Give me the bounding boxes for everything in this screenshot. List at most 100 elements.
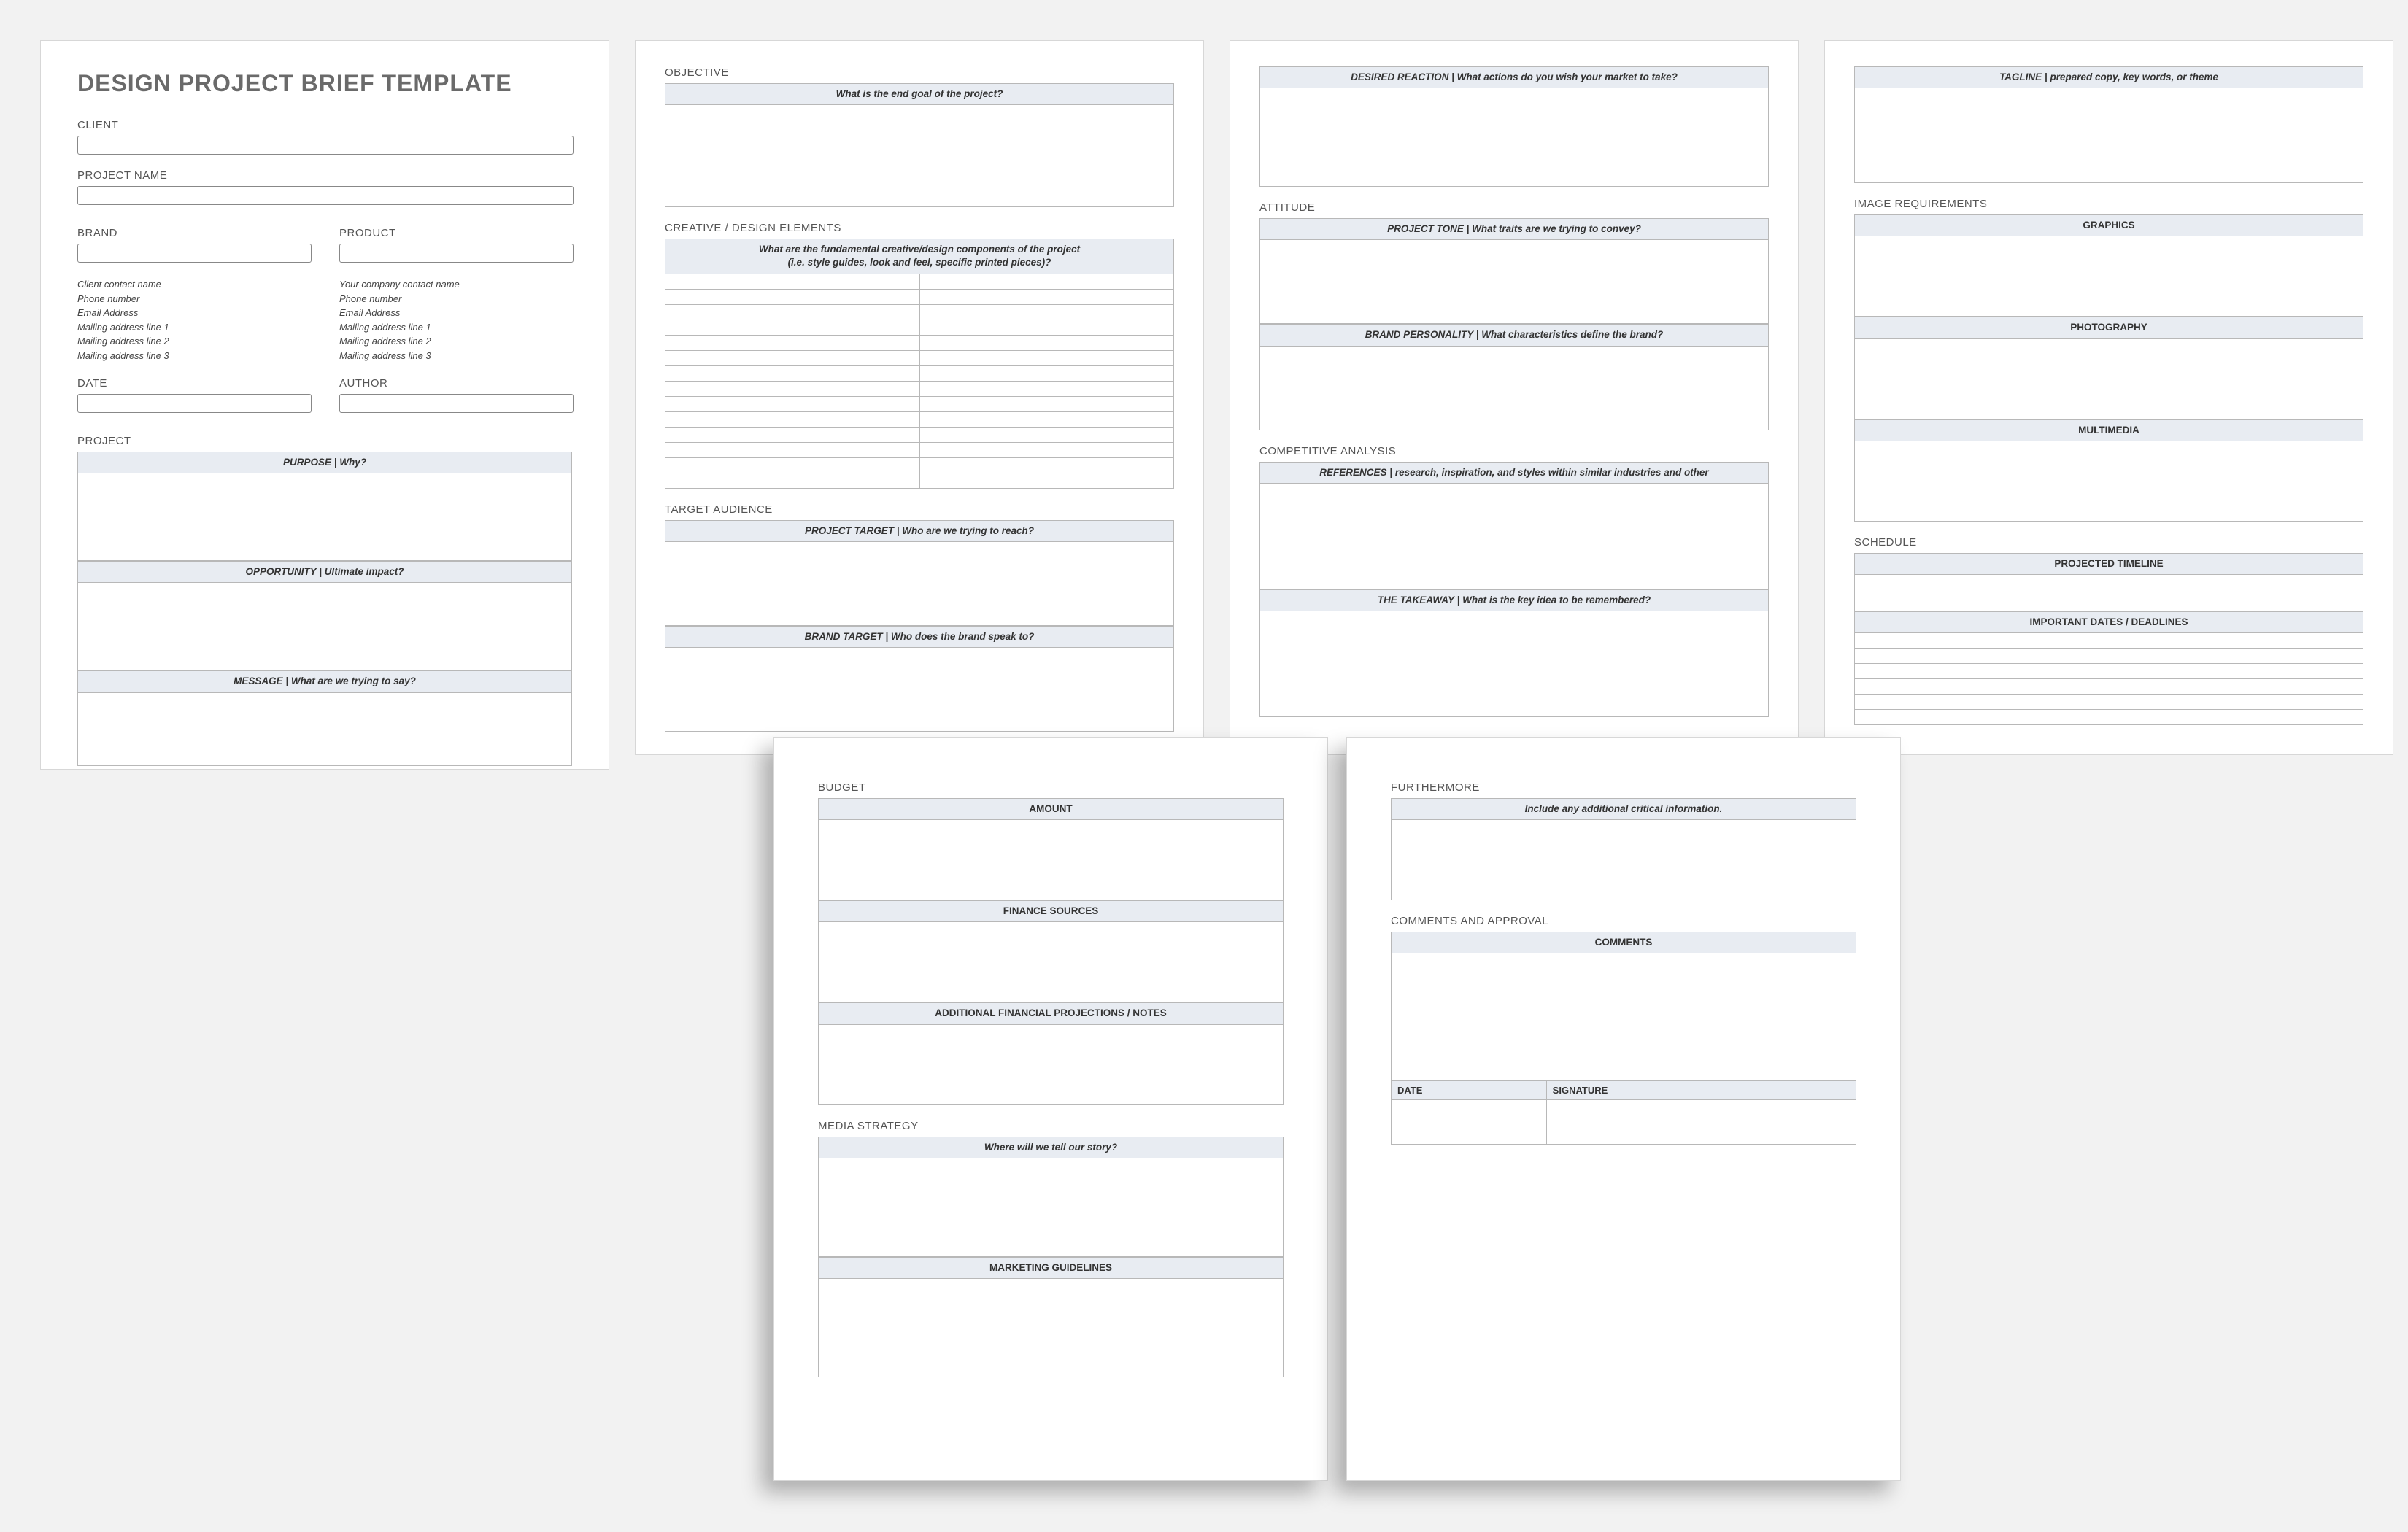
page-3: DESIRED REACTION | What actions do you w… xyxy=(1230,40,1799,755)
hdr-message: MESSAGE | What are we trying to say? xyxy=(77,670,572,692)
creative-grid[interactable] xyxy=(665,274,1174,489)
box-additional-financial[interactable] xyxy=(818,1025,1284,1105)
company-contact-line: Phone number xyxy=(339,292,572,306)
box-furthermore[interactable] xyxy=(1391,820,1856,900)
hdr-comments: COMMENTS xyxy=(1391,932,1856,953)
hdr-desired-reaction: DESIRED REACTION | What actions do you w… xyxy=(1259,66,1769,88)
company-contact-block: Your company contact name Phone number E… xyxy=(339,277,572,363)
hdr-brand-personality: BRAND PERSONALITY | What characteristics… xyxy=(1259,324,1769,346)
label-attitude: ATTITUDE xyxy=(1259,201,1769,214)
label-author: AUTHOR xyxy=(339,377,572,390)
hdr-project-target: PROJECT TARGET | Who are we trying to re… xyxy=(665,520,1174,542)
client-contact-line: Email Address xyxy=(77,306,310,320)
hdr-creative-l1: What are the fundamental creative/design… xyxy=(759,244,1080,255)
box-desired-reaction[interactable] xyxy=(1259,88,1769,187)
label-sig-date: DATE xyxy=(1392,1081,1546,1100)
dates-grid[interactable] xyxy=(1854,633,2363,725)
label-schedule: SCHEDULE xyxy=(1854,536,2363,549)
hdr-references: REFERENCES | research, inspiration, and … xyxy=(1259,462,1769,484)
box-amount[interactable] xyxy=(818,820,1284,900)
box-tagline[interactable] xyxy=(1854,88,2363,183)
box-purpose[interactable] xyxy=(77,473,572,561)
hdr-photography: PHOTOGRAPHY xyxy=(1854,317,2363,338)
company-contact-line: Mailing address line 2 xyxy=(339,334,572,349)
hdr-marketing: MARKETING GUIDELINES xyxy=(818,1257,1284,1279)
label-project: PROJECT xyxy=(77,435,572,447)
box-references[interactable] xyxy=(1259,484,1769,589)
company-contact-line: Your company contact name xyxy=(339,277,572,292)
hdr-furthermore: Include any additional critical informat… xyxy=(1391,798,1856,820)
page-1: DESIGN PROJECT BRIEF TEMPLATE CLIENT PRO… xyxy=(40,40,609,770)
client-contact-line: Phone number xyxy=(77,292,310,306)
hdr-media-story: Where will we tell our story? xyxy=(818,1137,1284,1158)
box-message[interactable] xyxy=(77,693,572,766)
hdr-dates: IMPORTANT DATES / DEADLINES xyxy=(1854,611,2363,633)
page-2: OBJECTIVE What is the end goal of the pr… xyxy=(635,40,1204,755)
hdr-graphics: GRAPHICS xyxy=(1854,214,2363,236)
hdr-creative: What are the fundamental creative/design… xyxy=(665,239,1174,274)
box-marketing[interactable] xyxy=(818,1279,1284,1377)
document-title: DESIGN PROJECT BRIEF TEMPLATE xyxy=(77,70,572,97)
label-objective: OBJECTIVE xyxy=(665,66,1174,79)
box-multimedia[interactable] xyxy=(1854,441,2363,522)
client-contact-line: Mailing address line 1 xyxy=(77,320,310,335)
label-competitive: COMPETITIVE ANALYSIS xyxy=(1259,445,1769,457)
client-contact-line: Mailing address line 2 xyxy=(77,334,310,349)
label-media-strategy: MEDIA STRATEGY xyxy=(818,1120,1284,1132)
client-contact-block: Client contact name Phone number Email A… xyxy=(77,277,310,363)
hdr-takeaway: THE TAKEAWAY | What is the key idea to b… xyxy=(1259,589,1769,611)
box-brand-personality[interactable] xyxy=(1259,347,1769,430)
label-signature: SIGNATURE xyxy=(1547,1081,1856,1100)
hdr-multimedia: MULTIMEDIA xyxy=(1854,419,2363,441)
hdr-additional-financial: ADDITIONAL FINANCIAL PROJECTIONS / NOTES xyxy=(818,1002,1284,1024)
hdr-purpose: PURPOSE | Why? xyxy=(77,452,572,473)
company-contact-line: Mailing address line 3 xyxy=(339,349,572,363)
box-takeaway[interactable] xyxy=(1259,611,1769,717)
label-budget: BUDGET xyxy=(818,781,1284,794)
box-comments[interactable] xyxy=(1391,953,1856,1081)
box-graphics[interactable] xyxy=(1854,236,2363,317)
box-opportunity[interactable] xyxy=(77,583,572,670)
label-creative: CREATIVE / DESIGN ELEMENTS xyxy=(665,222,1174,234)
client-contact-line: Mailing address line 3 xyxy=(77,349,310,363)
company-contact-line: Mailing address line 1 xyxy=(339,320,572,335)
input-date[interactable] xyxy=(77,394,312,413)
box-media-story[interactable] xyxy=(818,1158,1284,1257)
input-sig-date[interactable] xyxy=(1392,1100,1546,1144)
page-6: FURTHERMORE Include any additional criti… xyxy=(1346,737,1901,1481)
label-image-req: IMAGE REQUIREMENTS xyxy=(1854,198,2363,210)
template-canvas: DESIGN PROJECT BRIEF TEMPLATE CLIENT PRO… xyxy=(0,0,2408,1532)
hdr-creative-l2: (i.e. style guides, look and feel, speci… xyxy=(788,257,1051,268)
hdr-timeline: PROJECTED TIMELINE xyxy=(1854,553,2363,575)
hdr-project-tone: PROJECT TONE | What traits are we trying… xyxy=(1259,218,1769,240)
box-project-target[interactable] xyxy=(665,542,1174,626)
box-finance-sources[interactable] xyxy=(818,922,1284,1002)
input-signature[interactable] xyxy=(1547,1100,1856,1144)
input-product[interactable] xyxy=(339,244,574,263)
box-project-tone[interactable] xyxy=(1259,240,1769,324)
label-date: DATE xyxy=(77,377,310,390)
label-target-audience: TARGET AUDIENCE xyxy=(665,503,1174,516)
page-5: BUDGET AMOUNT FINANCE SOURCES ADDITIONAL… xyxy=(773,737,1328,1481)
box-objective[interactable] xyxy=(665,105,1174,207)
box-brand-target[interactable] xyxy=(665,648,1174,732)
company-contact-line: Email Address xyxy=(339,306,572,320)
label-product: PRODUCT xyxy=(339,227,572,239)
input-brand[interactable] xyxy=(77,244,312,263)
page-4: TAGLINE | prepared copy, key words, or t… xyxy=(1824,40,2393,755)
signature-table: DATE SIGNATURE xyxy=(1391,1081,1856,1145)
label-furthermore: FURTHERMORE xyxy=(1391,781,1856,794)
box-photography[interactable] xyxy=(1854,339,2363,419)
label-brand: BRAND xyxy=(77,227,310,239)
input-author[interactable] xyxy=(339,394,574,413)
hdr-amount: AMOUNT xyxy=(818,798,1284,820)
hdr-opportunity: OPPORTUNITY | Ultimate impact? xyxy=(77,561,572,583)
box-timeline[interactable] xyxy=(1854,575,2363,611)
hdr-objective: What is the end goal of the project? xyxy=(665,83,1174,105)
input-client[interactable] xyxy=(77,136,574,155)
client-contact-line: Client contact name xyxy=(77,277,310,292)
input-project-name[interactable] xyxy=(77,186,574,205)
label-client: CLIENT xyxy=(77,119,572,131)
hdr-brand-target: BRAND TARGET | Who does the brand speak … xyxy=(665,626,1174,648)
hdr-tagline: TAGLINE | prepared copy, key words, or t… xyxy=(1854,66,2363,88)
